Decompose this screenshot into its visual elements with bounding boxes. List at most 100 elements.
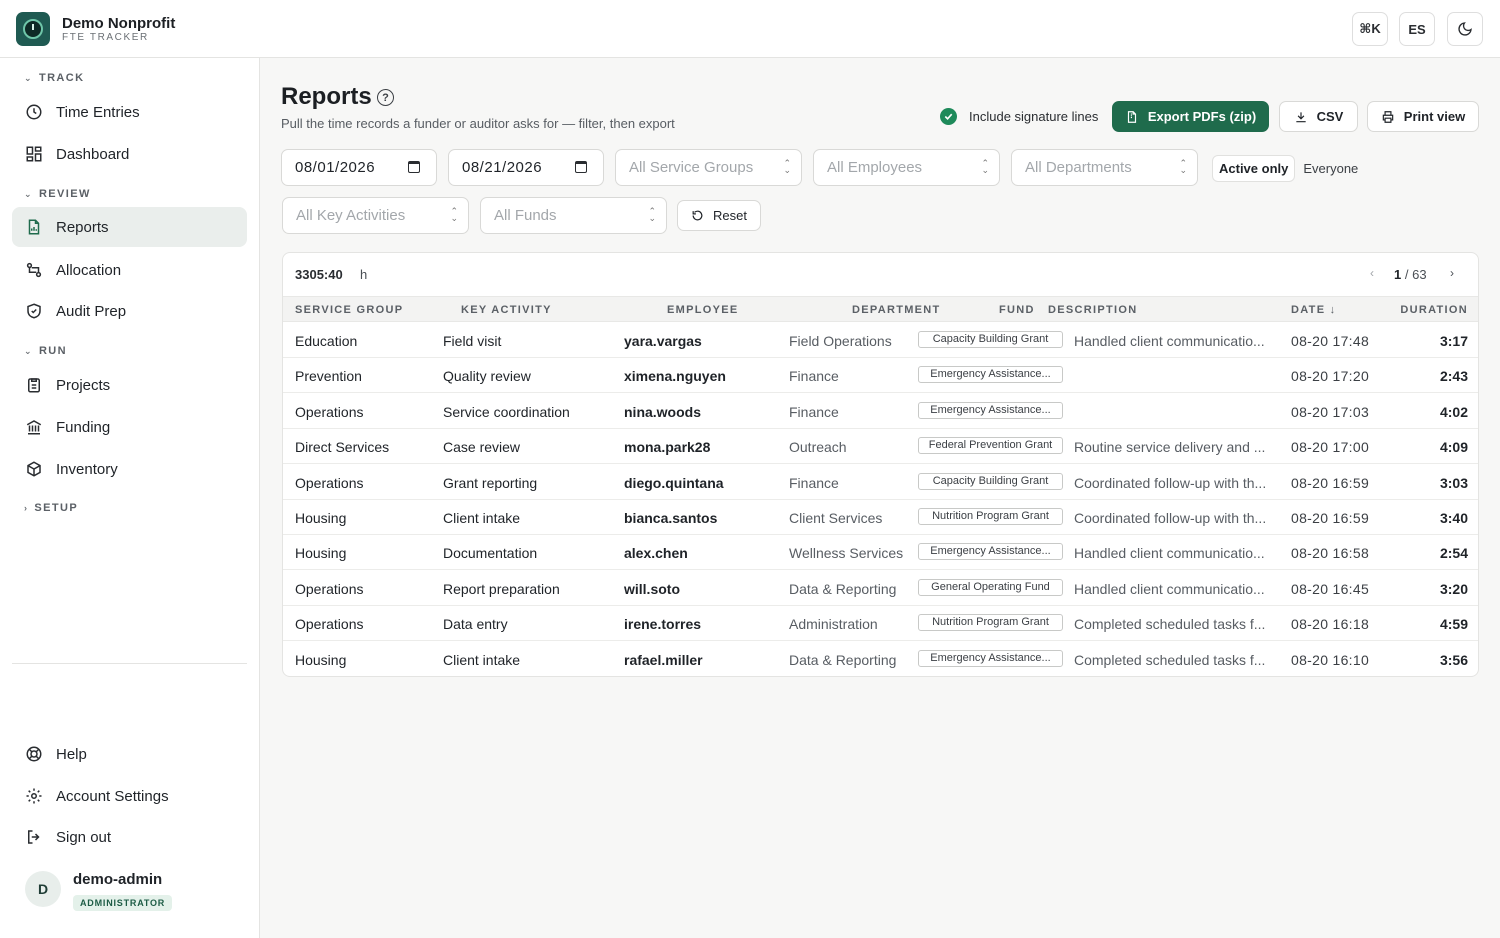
- department-cell: Data & Reporting: [789, 580, 897, 597]
- employee-cell: will.soto: [624, 580, 680, 597]
- command-palette-button[interactable]: ⌘K: [1352, 12, 1388, 46]
- sidebar-item-account-settings[interactable]: Account Settings: [12, 776, 247, 816]
- date-cell: 08-20 16:59: [1291, 510, 1370, 526]
- column-header[interactable]: EMPLOYEE: [667, 304, 739, 316]
- check-icon: [944, 113, 953, 120]
- section-review[interactable]: ⌄ REVIEW: [24, 188, 91, 200]
- column-header[interactable]: DATE ↓: [1291, 304, 1336, 316]
- select-chevrons-icon: ⌃ ⌄: [450, 206, 458, 223]
- table-row[interactable]: Housing Documentation alex.chen Wellness Se…: [283, 535, 1478, 571]
- reset-icon: [692, 210, 703, 221]
- app-logo-icon[interactable]: [16, 12, 50, 46]
- description-cell: Handled client communicatio...: [1074, 580, 1265, 597]
- sidebar-item-allocation[interactable]: Allocation: [12, 250, 247, 290]
- language-button[interactable]: ES: [1399, 12, 1435, 46]
- fund-badge: Emergency Assistance...: [918, 543, 1063, 561]
- page-subtitle: Pull the time records a funder or audito…: [281, 116, 675, 131]
- sign-out-icon: [28, 830, 40, 844]
- help-icon[interactable]: ?: [377, 89, 394, 106]
- scope-active-only[interactable]: Active only: [1212, 155, 1296, 182]
- department-cell: Field Operations: [789, 333, 892, 349]
- sidebar-item-time-entries[interactable]: Time Entries: [12, 92, 247, 132]
- calendar-icon[interactable]: [575, 161, 587, 173]
- table-row[interactable]: Operations Data entry irene.torres Administ…: [283, 606, 1478, 642]
- print-view-button[interactable]: Print view: [1367, 101, 1479, 132]
- department-cell: Outreach: [789, 439, 847, 456]
- sidebar-item-dashboard[interactable]: Dashboard: [12, 134, 247, 174]
- fund-badge: Nutrition Program Grant: [918, 508, 1063, 525]
- signature-lines-label[interactable]: Include signature lines: [969, 109, 1098, 124]
- table-row[interactable]: Direct Services Case review mona.park28 Out…: [283, 429, 1478, 465]
- moon-icon: [1458, 22, 1472, 36]
- sidebar-item-funding[interactable]: Funding: [12, 407, 247, 447]
- duration-cell: 4:09: [1439, 439, 1468, 456]
- table-row[interactable]: Operations Grant reporting diego.quintana F…: [283, 465, 1478, 500]
- fund-badge: Emergency Assistance...: [918, 401, 1063, 419]
- table-row[interactable]: Prevention Quality review ximena.nguyen Fin…: [283, 358, 1478, 394]
- key-activity-cell: Case review: [443, 439, 521, 456]
- table-row[interactable]: Housing Client intake bianca.santos Client …: [283, 500, 1478, 535]
- signature-lines-checkbox[interactable]: [940, 108, 957, 125]
- date-to-input[interactable]: 08/21/2026: [448, 149, 604, 186]
- date-cell: 08-20 17:03: [1291, 403, 1370, 420]
- chevron-right-icon[interactable]: ›: [1450, 266, 1454, 280]
- chevron-left-icon[interactable]: ‹: [1370, 266, 1374, 280]
- sidebar-item-sign-out[interactable]: Sign out: [12, 817, 247, 857]
- theme-toggle-button[interactable]: [1447, 12, 1483, 46]
- employee-cell: irene.torres: [624, 616, 702, 633]
- org-name: Demo Nonprofit: [62, 15, 176, 32]
- sidebar-item-projects[interactable]: Projects: [12, 365, 247, 405]
- employee-cell: alex.chen: [624, 545, 688, 562]
- column-header[interactable]: DEPARTMENT: [852, 304, 941, 316]
- employee-cell: yara.vargas: [624, 333, 702, 349]
- employee-cell: ximena.nguyen: [624, 368, 726, 385]
- fund-badge: General Operating Fund: [918, 578, 1063, 596]
- table-row[interactable]: Housing Client intake rafael.miller Data & …: [283, 642, 1478, 676]
- scope-toggle: Active only Everyone: [1212, 155, 1364, 182]
- key-activities-select[interactable]: All Key Activities ⌃ ⌄: [282, 197, 469, 234]
- scope-everyone[interactable]: Everyone: [1297, 155, 1364, 182]
- department-cell: Finance: [789, 403, 839, 420]
- date-from-input[interactable]: 08/01/2026: [281, 149, 437, 186]
- service-groups-select[interactable]: All Service Groups ⌃ ⌄: [615, 149, 802, 186]
- table-row[interactable]: Operations Service coordination nina.woods…: [283, 394, 1478, 429]
- column-header[interactable]: SERVICE GROUP: [295, 304, 403, 316]
- pagination: 1 / 63: [1394, 267, 1427, 282]
- sidebar-item-audit-prep[interactable]: Audit Prep: [12, 291, 247, 331]
- column-header[interactable]: FUND: [999, 304, 1035, 316]
- column-header[interactable]: DESCRIPTION: [1048, 304, 1137, 316]
- description-cell: Completed scheduled tasks f...: [1074, 651, 1266, 668]
- date-cell: 08-20 16:58: [1291, 545, 1370, 562]
- sidebar-item-help[interactable]: Help: [12, 734, 247, 774]
- section-track[interactable]: ⌄ TRACK: [24, 72, 84, 84]
- description-cell: Coordinated follow-up with th...: [1074, 510, 1267, 526]
- column-header[interactable]: DURATION: [1400, 304, 1468, 316]
- avatar[interactable]: D: [25, 871, 61, 907]
- key-activity-cell: Client intake: [443, 651, 521, 668]
- reset-button[interactable]: Reset: [677, 200, 761, 231]
- export-pdfs-button[interactable]: Export PDFs (zip): [1112, 101, 1269, 132]
- employee-cell: diego.quintana: [624, 474, 724, 491]
- clipboard-icon: [28, 378, 40, 393]
- duration-cell: 3:17: [1439, 333, 1468, 349]
- user-name: demo-admin: [73, 871, 163, 888]
- user-role-badge: ADMINISTRATOR: [73, 895, 173, 911]
- table-row[interactable]: Education Field visit yara.vargas Field Ope…: [283, 323, 1478, 358]
- calendar-icon[interactable]: [408, 161, 420, 173]
- column-header[interactable]: KEY ACTIVITY: [461, 304, 552, 316]
- sidebar-item-reports[interactable]: Reports: [12, 207, 247, 247]
- total-hours-unit: h: [360, 267, 368, 282]
- table-row[interactable]: Operations Report preparation will.soto Dat…: [283, 571, 1478, 606]
- funds-select[interactable]: All Funds ⌃ ⌄: [480, 197, 667, 234]
- section-setup[interactable]: › SETUP: [24, 502, 78, 514]
- duration-cell: 2:43: [1439, 368, 1468, 385]
- fund-badge: Federal Prevention Grant: [918, 437, 1063, 455]
- description-cell: Completed scheduled tasks f...: [1074, 616, 1266, 633]
- departments-select[interactable]: All Departments ⌃ ⌄: [1011, 149, 1198, 186]
- csv-button[interactable]: CSV: [1279, 101, 1358, 132]
- employees-select[interactable]: All Employees ⌃ ⌄: [813, 149, 1000, 186]
- bank-icon: [26, 420, 42, 435]
- sidebar-item-inventory[interactable]: Inventory: [12, 449, 247, 489]
- section-run[interactable]: ⌄ RUN: [24, 345, 67, 357]
- department-cell: Data & Reporting: [789, 651, 897, 668]
